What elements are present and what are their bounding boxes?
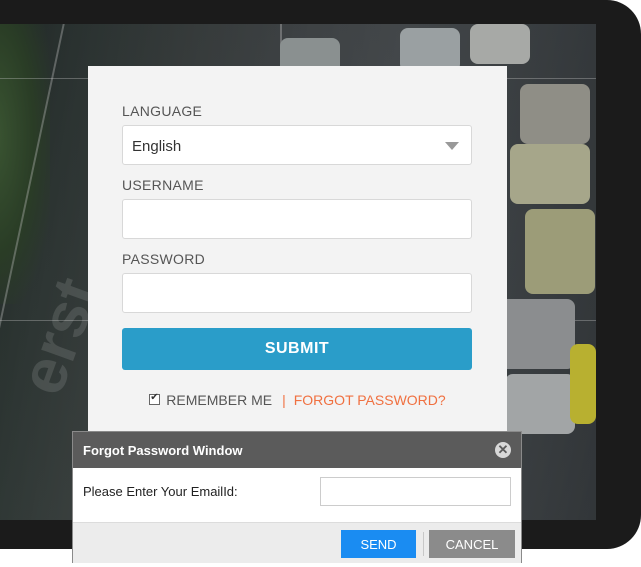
- separator: |: [282, 392, 286, 408]
- language-select[interactable]: English: [122, 125, 472, 165]
- remember-me-label[interactable]: REMEMBER ME: [166, 392, 272, 408]
- car: [525, 209, 595, 294]
- button-divider: [423, 532, 424, 556]
- car: [520, 84, 590, 144]
- car: [505, 374, 575, 434]
- dialog-footer: SEND CANCEL: [73, 522, 521, 563]
- send-button[interactable]: SEND: [341, 530, 416, 558]
- forgot-password-dialog: Forgot Password Window ✕ Please Enter Yo…: [72, 431, 522, 563]
- remember-me-checkbox[interactable]: [149, 392, 161, 405]
- login-card: LANGUAGE English USERNAME PASSWORD SUBMI…: [88, 66, 507, 466]
- dialog-header[interactable]: Forgot Password Window ✕: [73, 432, 521, 468]
- car: [570, 344, 596, 424]
- forgot-password-link[interactable]: FORGOT PASSWORD?: [294, 392, 446, 408]
- car: [510, 144, 590, 204]
- dialog-title: Forgot Password Window: [83, 443, 243, 458]
- cancel-button[interactable]: CANCEL: [429, 530, 515, 558]
- tree-foliage: [0, 24, 50, 304]
- username-label: USERNAME: [122, 177, 204, 193]
- password-field[interactable]: [122, 273, 472, 313]
- close-icon[interactable]: ✕: [495, 442, 511, 458]
- car: [470, 24, 530, 64]
- language-label: LANGUAGE: [122, 103, 203, 119]
- submit-button[interactable]: SUBMIT: [122, 328, 472, 370]
- car: [495, 299, 575, 369]
- language-select-value: English: [132, 138, 182, 155]
- chevron-down-icon: [445, 142, 459, 150]
- password-label: PASSWORD: [122, 251, 206, 267]
- email-label: Please Enter Your EmailId:: [83, 484, 238, 499]
- email-field[interactable]: [320, 477, 511, 506]
- username-field[interactable]: [122, 199, 472, 239]
- remember-row: REMEMBER ME | FORGOT PASSWORD?: [88, 392, 507, 408]
